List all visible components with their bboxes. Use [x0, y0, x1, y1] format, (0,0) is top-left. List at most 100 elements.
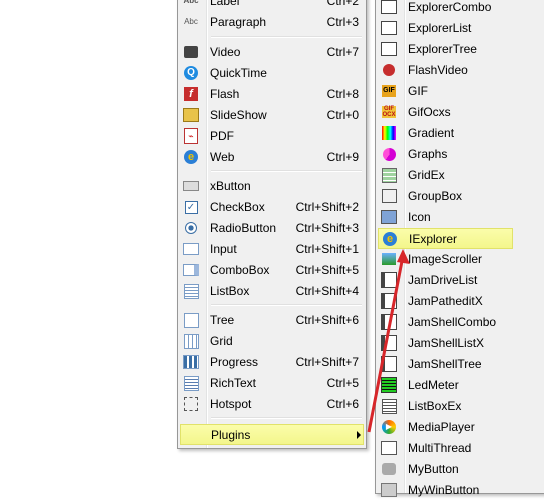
plugins-item-jamshellcombo[interactable]: JamShellCombo	[378, 312, 543, 333]
plugins-item-flashvideo[interactable]: FlashVideo	[378, 60, 543, 81]
plugins-item-label: Gradient	[408, 126, 455, 140]
jamshelllistx-icon	[381, 335, 397, 351]
plugins-item-mediaplayer[interactable]: ▶ MediaPlayer	[378, 417, 543, 438]
plugins-item-listboxex[interactable]: ListBoxEx	[378, 396, 543, 417]
listbox-icon	[183, 283, 199, 299]
plugins-item-gifocxs[interactable]: GIF OCX GifOcxs	[378, 102, 543, 123]
xbutton-icon	[183, 178, 199, 194]
plugins-item-explorercombo[interactable]: ExplorerCombo	[378, 0, 543, 18]
graphs-icon	[381, 146, 397, 162]
menu-item-paragraph[interactable]: Abc Paragraph Ctrl+3	[180, 12, 362, 33]
plugins-item-explorerlist[interactable]: ExplorerList	[378, 18, 543, 39]
multithread-icon	[381, 440, 397, 456]
menu-item-slideshow[interactable]: SlideShow Ctrl+0	[180, 105, 362, 126]
plugins-item-jamdrivelist[interactable]: JamDriveList	[378, 270, 543, 291]
mybutton-icon	[381, 461, 397, 477]
gif-icon: GIF	[381, 83, 397, 99]
menu-item-label: xButton	[210, 179, 251, 193]
plugins-item-jampatheditx[interactable]: JamPatheditX	[378, 291, 543, 312]
plugins-item-label: Graphs	[408, 147, 448, 161]
plugins-item-multithread[interactable]: MultiThread	[378, 438, 543, 459]
menu-item-quicktime[interactable]: Q QuickTime	[180, 63, 362, 84]
jamshelltree-icon	[381, 356, 397, 372]
plugins-item-label: GifOcxs	[408, 105, 451, 119]
combobox-icon	[183, 262, 199, 278]
menu-item-shortcut: Ctrl+Shift+6	[295, 313, 359, 327]
explorercombo-icon	[381, 0, 397, 15]
jamshellcombo-icon	[381, 314, 397, 330]
plugins-item-label: JamShellCombo	[408, 315, 497, 329]
menu-item-label: Input	[210, 242, 237, 256]
richtext-icon	[183, 375, 199, 391]
plugins-item-gif[interactable]: GIF GIF	[378, 81, 543, 102]
plugins-item-label: GIF	[408, 84, 428, 98]
explorertree-icon	[381, 41, 397, 57]
menu-item-radiobutton[interactable]: RadioButton Ctrl+Shift+3	[180, 218, 362, 239]
plugins-item-label: Icon	[408, 210, 431, 224]
gridex-icon	[381, 167, 397, 183]
plugins-item-label: ImageScroller	[408, 252, 483, 266]
menu-item-progress[interactable]: Progress Ctrl+Shift+7	[180, 352, 362, 373]
menu-item-web[interactable]: e Web Ctrl+9	[180, 147, 362, 168]
plugins-item-gradient[interactable]: Gradient	[378, 123, 543, 144]
menu-item-label[interactable]: Abc Label Ctrl+2	[180, 0, 362, 12]
plugins-item-iexplorer[interactable]: e IExplorer	[378, 228, 513, 249]
menu-item-label: ListBox	[210, 284, 250, 298]
menu-item-checkbox[interactable]: ✓ CheckBox Ctrl+Shift+2	[180, 197, 362, 218]
menu-item-grid[interactable]: Grid	[180, 331, 362, 352]
menu-item-label: Grid	[210, 334, 233, 348]
menu-item-shortcut: Ctrl+5	[326, 376, 359, 390]
plugins-item-gridex[interactable]: GridEx	[378, 165, 543, 186]
menu-item-shortcut: Ctrl+Shift+7	[295, 355, 359, 369]
menu-item-shortcut: Ctrl+Shift+1	[295, 242, 359, 256]
plugins-item-ledmeter[interactable]: LedMeter	[378, 375, 543, 396]
pdf-icon: ⌁	[183, 128, 199, 144]
plugins-item-label: MultiThread	[408, 441, 472, 455]
menu-item-label: RichText	[210, 376, 257, 390]
plugins-item-label: GroupBox	[408, 189, 463, 203]
plugins-item-explorertree[interactable]: ExplorerTree	[378, 39, 543, 60]
quicktime-icon: Q	[183, 65, 199, 81]
plugins-item-jamshelllistx[interactable]: JamShellListX	[378, 333, 543, 354]
menu-item-shortcut: Ctrl+0	[326, 108, 359, 122]
menu-item-flash[interactable]: f Flash Ctrl+8	[180, 84, 362, 105]
plugins-item-label: MediaPlayer	[408, 420, 475, 434]
menu-item-xbutton[interactable]: xButton	[180, 176, 362, 197]
plugins-item-label: MyWinButton	[408, 483, 480, 497]
plugins-item-label: ExplorerTree	[408, 42, 477, 56]
menu-item-label: Hotspot	[210, 397, 252, 411]
hotspot-icon	[183, 396, 199, 412]
plugins-item-graphs[interactable]: Graphs	[378, 144, 543, 165]
menu-item-hotspot[interactable]: Hotspot Ctrl+6	[180, 394, 362, 415]
menu-item-shortcut: Ctrl+9	[326, 150, 359, 164]
menu-item-label: QuickTime	[210, 66, 267, 80]
plugins-item-jamshelltree[interactable]: JamShellTree	[378, 354, 543, 375]
menu-item-label: ComboBox	[210, 263, 270, 277]
menu-item-pdf[interactable]: ⌁ PDF	[180, 126, 362, 147]
menu-item-input[interactable]: Input Ctrl+Shift+1	[180, 239, 362, 260]
plugins-item-label: FlashVideo	[408, 63, 468, 77]
mywinbutton-icon	[381, 482, 397, 498]
plugins-item-label: ExplorerList	[408, 21, 472, 35]
jampatheditx-icon	[381, 293, 397, 309]
plugins-item-label: ExplorerCombo	[408, 0, 492, 14]
plugins-item-icon[interactable]: Icon	[378, 207, 543, 228]
menu-item-tree[interactable]: Tree Ctrl+Shift+6	[180, 310, 362, 331]
plugins-item-groupbox[interactable]: GroupBox	[378, 186, 543, 207]
plugins-item-label: JamShellTree	[408, 357, 482, 371]
plugins-item-imagescroller[interactable]: ImageScroller	[378, 249, 543, 270]
plugins-item-mywinbutton[interactable]: MyWinButton	[378, 480, 543, 501]
menu-item-combobox[interactable]: ComboBox Ctrl+Shift+5	[180, 260, 362, 281]
menu-item-video[interactable]: Video Ctrl+7	[180, 42, 362, 63]
menu-item-listbox[interactable]: ListBox Ctrl+Shift+4	[180, 281, 362, 302]
plugins-item-label: JamShellListX	[408, 336, 485, 350]
menu-item-shortcut: Ctrl+7	[326, 45, 359, 59]
menu-item-richtext[interactable]: RichText Ctrl+5	[180, 373, 362, 394]
plugins-item-label: MyButton	[408, 462, 459, 476]
plugins-item-mybutton[interactable]: MyButton	[378, 459, 543, 480]
menu-item-label: Progress	[210, 355, 259, 369]
menu-item-shortcut: Ctrl+Shift+3	[295, 221, 359, 235]
plugins-item-label: JamPatheditX	[408, 294, 483, 308]
menu-item-plugins[interactable]: Plugins	[180, 424, 364, 445]
plugins-item-label: JamDriveList	[408, 273, 478, 287]
